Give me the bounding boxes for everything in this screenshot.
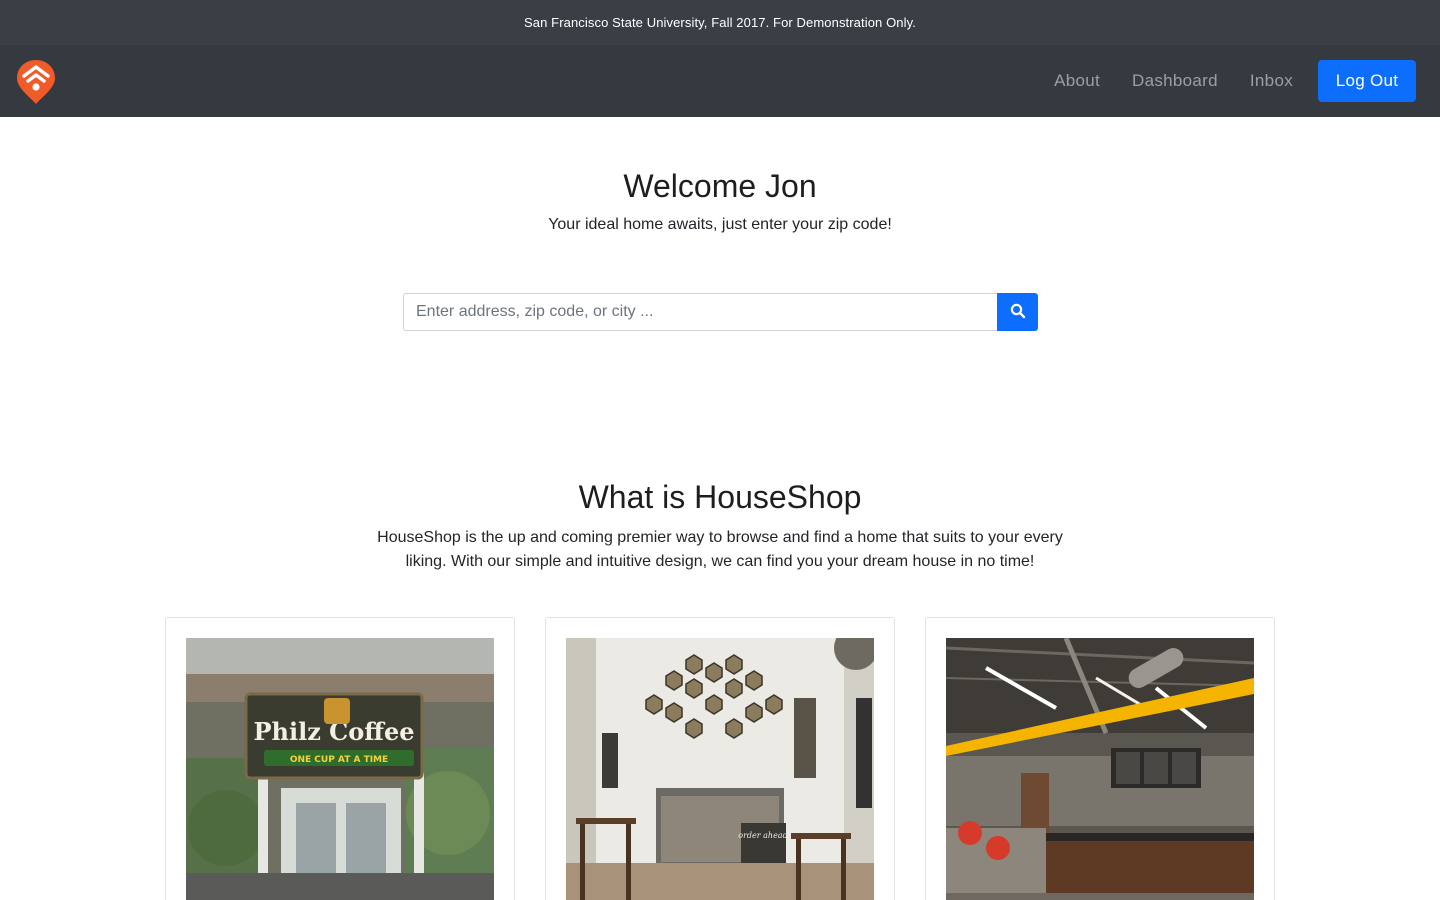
search-button[interactable] [997,293,1038,331]
logout-button[interactable]: Log Out [1318,60,1416,102]
about-title: What is HouseShop [578,479,862,515]
search-input[interactable] [403,293,997,331]
nav-link-about[interactable]: About [1054,71,1100,91]
order-ahead-board-text: order ahead [738,831,787,840]
cafe-interior-photo: order ahead [566,638,874,900]
search-icon [1010,303,1026,322]
demo-banner-text: San Francisco State University, Fall 201… [524,15,916,30]
nav-link-inbox[interactable]: Inbox [1250,71,1293,91]
feature-card-3[interactable] [925,617,1275,900]
philz-sign-tagline: ONE CUP AT A TIME [290,755,388,765]
nav-links: About Dashboard Inbox Log Out [1054,60,1416,102]
modern-coffee-shop-interior-photo [946,638,1254,900]
about-description: HouseShop is the up and coming premier w… [377,529,1063,570]
philz-sign: Philz Coffee ONE CUP AT A TIME [253,717,415,766]
navbar: About Dashboard Inbox Log Out [0,45,1440,117]
nav-link-dashboard[interactable]: Dashboard [1132,71,1218,91]
philz-coffee-storefront-photo: Philz Coffee ONE CUP AT A TIME [186,638,494,900]
welcome-title: Welcome Jon [623,168,817,204]
welcome-subtitle: Your ideal home awaits, just enter your … [548,216,892,233]
feature-card-2[interactable]: order ahead [545,617,895,900]
feature-card-1[interactable]: Philz Coffee ONE CUP AT A TIME [165,617,515,900]
houseshop-logo-icon[interactable] [15,58,57,106]
demo-banner: San Francisco State University, Fall 201… [0,0,1440,45]
search-bar [403,293,1038,331]
